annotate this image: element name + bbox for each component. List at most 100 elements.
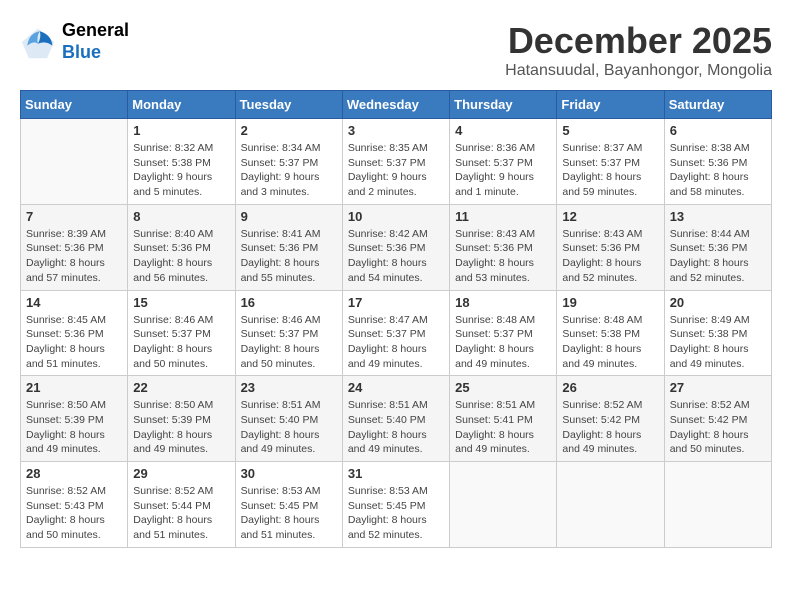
day-number: 12	[562, 209, 658, 224]
calendar-cell: 4Sunrise: 8:36 AM Sunset: 5:37 PM Daylig…	[450, 119, 557, 205]
location: Hatansuudal, Bayanhongor, Mongolia	[505, 62, 772, 80]
day-info: Sunrise: 8:53 AM Sunset: 5:45 PM Dayligh…	[348, 484, 444, 543]
day-info: Sunrise: 8:51 AM Sunset: 5:40 PM Dayligh…	[241, 398, 337, 457]
calendar-cell: 5 Sunrise: 8:37 AM Sunset: 5:37 PM Daylig…	[557, 119, 664, 205]
calendar-cell: 25 Sunrise: 8:51 AM Sunset: 5:41 PM Dayli…	[450, 376, 557, 462]
day-number: 4	[455, 123, 551, 138]
day-info: Sunrise: 8:52 AM Sunset: 5:42 PM Dayligh…	[670, 398, 766, 457]
calendar-table: SundayMondayTuesdayWednesdayThursdayFrid…	[20, 90, 772, 548]
day-header-monday: Monday	[128, 91, 235, 119]
day-info: Sunrise: 8:51 AM Sunset: 5:41 PM Dayligh…	[455, 398, 551, 457]
day-number: 28	[26, 466, 122, 481]
day-info: Sunrise: 8:45 AM Sunset: 5:36 PM Dayligh…	[26, 313, 122, 372]
day-info: Sunrise: 8:51 AM Sunset: 5:40 PM Dayligh…	[348, 398, 444, 457]
day-info: Sunrise: 8:43 AM Sunset: 5:36 PM Dayligh…	[562, 227, 658, 286]
calendar-week-row: 21 Sunrise: 8:50 AM Sunset: 5:39 PM Dayli…	[21, 376, 772, 462]
day-number: 17	[348, 295, 444, 310]
day-number: 14	[26, 295, 122, 310]
day-info: Sunrise: 8:39 AM Sunset: 5:36 PM Dayligh…	[26, 227, 122, 286]
month-title: December 2025	[505, 20, 772, 62]
day-number: 19	[562, 295, 658, 310]
calendar-cell: 31 Sunrise: 8:53 AM Sunset: 5:45 PM Dayli…	[342, 462, 449, 548]
day-number: 29	[133, 466, 229, 481]
day-info: Sunrise: 8:37 AM Sunset: 5:37 PM Dayligh…	[562, 141, 658, 200]
day-number: 25	[455, 380, 551, 395]
day-number: 5	[562, 123, 658, 138]
day-header-wednesday: Wednesday	[342, 91, 449, 119]
calendar-week-row: 1 Sunrise: 8:32 AM Sunset: 5:38 PM Daylig…	[21, 119, 772, 205]
day-header-sunday: Sunday	[21, 91, 128, 119]
day-header-friday: Friday	[557, 91, 664, 119]
day-info: Sunrise: 8:49 AM Sunset: 5:38 PM Dayligh…	[670, 313, 766, 372]
day-number: 10	[348, 209, 444, 224]
calendar-cell: 10 Sunrise: 8:42 AM Sunset: 5:36 PM Dayli…	[342, 204, 449, 290]
calendar-cell	[21, 119, 128, 205]
day-info: Sunrise: 8:32 AM Sunset: 5:38 PM Dayligh…	[133, 141, 229, 200]
calendar-cell: 21Sunrise: 8:50 AM Sunset: 5:39 PM Dayli…	[21, 376, 128, 462]
calendar-cell: 7 Sunrise: 8:39 AM Sunset: 5:36 PM Daylig…	[21, 204, 128, 290]
day-number: 13	[670, 209, 766, 224]
logo-icon	[20, 24, 56, 60]
calendar-cell: 14 Sunrise: 8:45 AM Sunset: 5:36 PM Dayli…	[21, 290, 128, 376]
day-number: 6	[670, 123, 766, 138]
calendar-cell: 2 Sunrise: 8:34 AM Sunset: 5:37 PM Daylig…	[235, 119, 342, 205]
day-info: Sunrise: 8:52 AM Sunset: 5:44 PM Dayligh…	[133, 484, 229, 543]
day-info: Sunrise: 8:38 AM Sunset: 5:36 PM Dayligh…	[670, 141, 766, 200]
day-header-thursday: Thursday	[450, 91, 557, 119]
day-number: 20	[670, 295, 766, 310]
calendar-week-row: 14 Sunrise: 8:45 AM Sunset: 5:36 PM Dayli…	[21, 290, 772, 376]
day-number: 21	[26, 380, 122, 395]
day-number: 24	[348, 380, 444, 395]
calendar-cell: 24 Sunrise: 8:51 AM Sunset: 5:40 PM Dayli…	[342, 376, 449, 462]
calendar-cell: 18 Sunrise: 8:48 AM Sunset: 5:37 PM Dayli…	[450, 290, 557, 376]
logo-text: General Blue	[62, 20, 129, 63]
day-number: 11	[455, 209, 551, 224]
day-info: Sunrise: 8:47 AM Sunset: 5:37 PM Dayligh…	[348, 313, 444, 372]
day-number: 2	[241, 123, 337, 138]
day-number: 23	[241, 380, 337, 395]
calendar-cell: 8Sunrise: 8:40 AM Sunset: 5:36 PM Daylig…	[128, 204, 235, 290]
calendar-cell: 17 Sunrise: 8:47 AM Sunset: 5:37 PM Dayli…	[342, 290, 449, 376]
day-info: Sunrise: 8:46 AM Sunset: 5:37 PM Dayligh…	[133, 313, 229, 372]
calendar-cell: 15 Sunrise: 8:46 AM Sunset: 5:37 PM Dayli…	[128, 290, 235, 376]
calendar-cell: 20 Sunrise: 8:49 AM Sunset: 5:38 PM Dayli…	[664, 290, 771, 376]
calendar-cell: 22 Sunrise: 8:50 AM Sunset: 5:39 PM Dayli…	[128, 376, 235, 462]
calendar-cell: 27 Sunrise: 8:52 AM Sunset: 5:42 PM Dayli…	[664, 376, 771, 462]
calendar-cell: 28Sunrise: 8:52 AM Sunset: 5:43 PM Dayli…	[21, 462, 128, 548]
day-number: 26	[562, 380, 658, 395]
calendar-week-row: 7 Sunrise: 8:39 AM Sunset: 5:36 PM Daylig…	[21, 204, 772, 290]
calendar-cell: 23 Sunrise: 8:51 AM Sunset: 5:40 PM Dayli…	[235, 376, 342, 462]
day-number: 15	[133, 295, 229, 310]
day-number: 1	[133, 123, 229, 138]
day-info: Sunrise: 8:46 AM Sunset: 5:37 PM Dayligh…	[241, 313, 337, 372]
day-number: 8	[133, 209, 229, 224]
day-number: 31	[348, 466, 444, 481]
calendar-header-row: SundayMondayTuesdayWednesdayThursdayFrid…	[21, 91, 772, 119]
day-info: Sunrise: 8:53 AM Sunset: 5:45 PM Dayligh…	[241, 484, 337, 543]
day-number: 9	[241, 209, 337, 224]
calendar-cell: 19 Sunrise: 8:48 AM Sunset: 5:38 PM Dayli…	[557, 290, 664, 376]
day-info: Sunrise: 8:48 AM Sunset: 5:37 PM Dayligh…	[455, 313, 551, 372]
day-number: 22	[133, 380, 229, 395]
day-number: 7	[26, 209, 122, 224]
calendar-cell	[557, 462, 664, 548]
logo: General Blue	[20, 20, 129, 63]
calendar-cell: 3Sunrise: 8:35 AM Sunset: 5:37 PM Daylig…	[342, 119, 449, 205]
calendar-week-row: 28Sunrise: 8:52 AM Sunset: 5:43 PM Dayli…	[21, 462, 772, 548]
day-info: Sunrise: 8:43 AM Sunset: 5:36 PM Dayligh…	[455, 227, 551, 286]
day-number: 16	[241, 295, 337, 310]
day-number: 3	[348, 123, 444, 138]
day-number: 18	[455, 295, 551, 310]
day-info: Sunrise: 8:34 AM Sunset: 5:37 PM Dayligh…	[241, 141, 337, 200]
calendar-cell: 1 Sunrise: 8:32 AM Sunset: 5:38 PM Daylig…	[128, 119, 235, 205]
day-info: Sunrise: 8:41 AM Sunset: 5:36 PM Dayligh…	[241, 227, 337, 286]
page-header: General Blue December 2025 Hatansuudal, …	[20, 20, 772, 80]
day-info: Sunrise: 8:48 AM Sunset: 5:38 PM Dayligh…	[562, 313, 658, 372]
day-info: Sunrise: 8:50 AM Sunset: 5:39 PM Dayligh…	[133, 398, 229, 457]
day-info: Sunrise: 8:42 AM Sunset: 5:36 PM Dayligh…	[348, 227, 444, 286]
day-info: Sunrise: 8:52 AM Sunset: 5:42 PM Dayligh…	[562, 398, 658, 457]
day-header-tuesday: Tuesday	[235, 91, 342, 119]
day-number: 27	[670, 380, 766, 395]
calendar-cell: 11 Sunrise: 8:43 AM Sunset: 5:36 PM Dayli…	[450, 204, 557, 290]
day-header-saturday: Saturday	[664, 91, 771, 119]
